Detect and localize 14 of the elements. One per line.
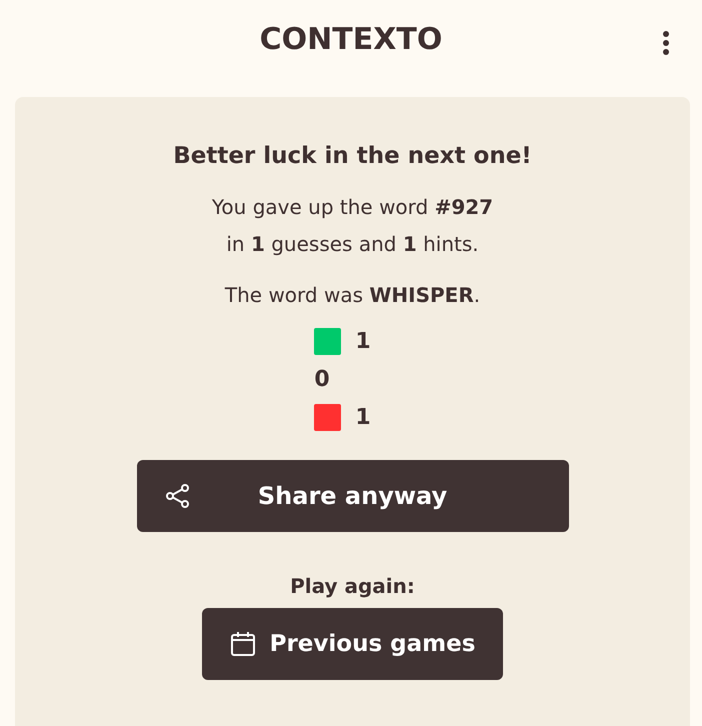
calendar-icon bbox=[230, 631, 256, 657]
play-again-label: Play again: bbox=[290, 574, 415, 598]
summary-line: in 1 guesses and 1 hints. bbox=[225, 231, 480, 258]
stat-count: 1 bbox=[355, 404, 371, 430]
share-button[interactable]: Share anyway bbox=[136, 460, 568, 532]
share-icon bbox=[164, 484, 190, 508]
previous-games-button[interactable]: Previous games bbox=[202, 608, 504, 680]
app-title: CONTEXTO bbox=[260, 22, 442, 57]
summary-line: You gave up the word #927 bbox=[212, 194, 494, 221]
result-heading: Better luck in the next one! bbox=[173, 143, 532, 169]
menu-icon bbox=[662, 30, 670, 56]
stat-count: 1 bbox=[355, 328, 371, 354]
answer-text: The word was WHISPER. bbox=[224, 282, 480, 309]
stat-count: 0 bbox=[314, 366, 330, 392]
